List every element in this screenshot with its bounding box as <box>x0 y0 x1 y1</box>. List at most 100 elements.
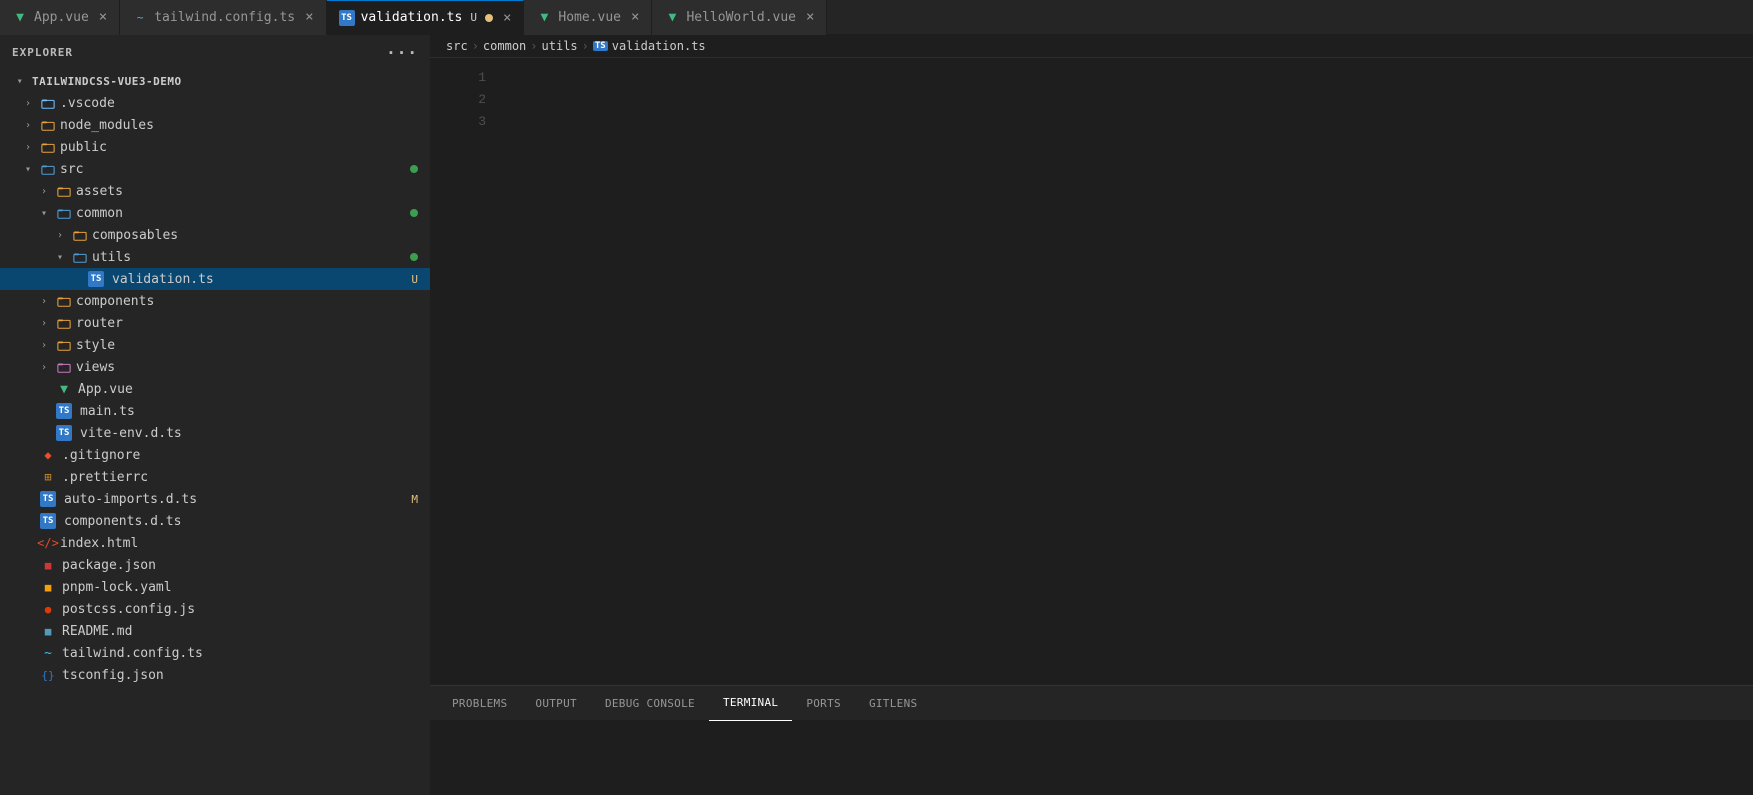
tab-close-icon[interactable]: × <box>99 9 107 25</box>
item-label: components <box>76 294 154 309</box>
folder-icon <box>56 315 72 331</box>
sidebar-item-utils[interactable]: utils <box>0 246 430 268</box>
bottom-panel: PROBLEMS OUTPUT DEBUG CONSOLE TERMINAL P… <box>430 685 1753 795</box>
sidebar-item-composables[interactable]: composables <box>0 224 430 246</box>
folder-open-icon <box>40 161 56 177</box>
folder-open-icon <box>56 205 72 221</box>
tab-helloworld-vue[interactable]: ▼ HelloWorld.vue × <box>652 0 827 35</box>
tailwind-icon: ~ <box>40 645 56 661</box>
folder-icon <box>40 139 56 155</box>
tab-label: HelloWorld.vue <box>686 10 796 25</box>
sidebar-item-main-ts[interactable]: TS main.ts <box>0 400 430 422</box>
ts-file-icon: TS <box>88 271 104 287</box>
project-root[interactable]: TAILWINDCSS-VUE3-DEMO <box>0 70 430 92</box>
sidebar-item-common[interactable]: common <box>0 202 430 224</box>
sidebar-item-tsconfig[interactable]: {} tsconfig.json <box>0 664 430 686</box>
sidebar-item-vscode[interactable]: .vscode <box>0 92 430 114</box>
sidebar-item-node-modules[interactable]: node_modules <box>0 114 430 136</box>
item-label: vite-env.d.ts <box>80 426 182 441</box>
sidebar-title: Explorer <box>12 46 73 59</box>
folder-icon <box>72 227 88 243</box>
item-label: router <box>76 316 123 331</box>
chevron-icon <box>36 359 52 375</box>
breadcrumb-common[interactable]: common <box>483 39 526 53</box>
item-label: pnpm-lock.yaml <box>62 580 172 595</box>
folder-open-icon <box>72 249 88 265</box>
tab-app-vue[interactable]: ▼ App.vue × <box>0 0 120 35</box>
ts-file-icon: TS <box>40 513 56 529</box>
sidebar: Explorer ··· TAILWINDCSS-VUE3-DEMO .vsco… <box>0 35 430 795</box>
breadcrumb-file[interactable]: validation.ts <box>612 39 706 53</box>
sidebar-item-router[interactable]: router <box>0 312 430 334</box>
breadcrumb-src[interactable]: src <box>446 39 468 53</box>
panel-content[interactable] <box>430 721 1753 795</box>
sidebar-header: Explorer ··· <box>0 35 430 70</box>
sidebar-item-validation-ts[interactable]: TS validation.ts U <box>0 268 430 290</box>
panel-tab-problems[interactable]: PROBLEMS <box>438 686 521 721</box>
sidebar-item-assets[interactable]: assets <box>0 180 430 202</box>
line-number: 2 <box>446 92 486 107</box>
ts-file-icon: TS <box>40 491 56 507</box>
more-actions-button[interactable]: ··· <box>386 43 418 62</box>
code-line-3: 3 <box>430 110 1753 132</box>
tab-close-icon[interactable]: × <box>631 9 639 25</box>
tab-validation-ts[interactable]: TS validation.ts U × <box>327 0 525 35</box>
tab-modified-dot <box>485 14 493 22</box>
sidebar-item-style[interactable]: style <box>0 334 430 356</box>
tab-label: tailwind.config.ts <box>154 10 295 25</box>
sidebar-item-postcss[interactable]: ● postcss.config.js <box>0 598 430 620</box>
folder-icon <box>56 293 72 309</box>
tab-close-icon[interactable]: × <box>806 9 814 25</box>
item-badge: U <box>411 273 418 286</box>
panel-tab-gitlens[interactable]: GITLENS <box>855 686 931 721</box>
sidebar-item-package-json[interactable]: ■ package.json <box>0 554 430 576</box>
chevron-icon <box>20 117 36 133</box>
breadcrumb-sep: › <box>530 39 537 53</box>
sidebar-item-components[interactable]: components <box>0 290 430 312</box>
sidebar-item-pnpm-lock[interactable]: ■ pnpm-lock.yaml <box>0 576 430 598</box>
modified-dot <box>410 253 418 261</box>
sidebar-item-prettierrc[interactable]: ⊞ .prettierrc <box>0 466 430 488</box>
item-label: src <box>60 162 83 177</box>
panel-tab-ports[interactable]: PORTS <box>792 686 855 721</box>
sidebar-item-views[interactable]: views <box>0 356 430 378</box>
code-line-2: 2 <box>430 88 1753 110</box>
sidebar-item-gitignore[interactable]: ◆ .gitignore <box>0 444 430 466</box>
sidebar-item-tailwind-config[interactable]: ~ tailwind.config.ts <box>0 642 430 664</box>
sidebar-item-app-vue[interactable]: ▼ App.vue <box>0 378 430 400</box>
tab-home-vue[interactable]: ▼ Home.vue × <box>524 0 652 35</box>
item-label: components.d.ts <box>64 514 181 529</box>
item-label: .prettierrc <box>62 470 148 485</box>
chevron-icon <box>36 315 52 331</box>
vue-file-icon: ▼ <box>56 381 72 397</box>
modified-dot <box>410 165 418 173</box>
panel-tab-terminal[interactable]: TERMINAL <box>709 686 792 721</box>
panel-tabs: PROBLEMS OUTPUT DEBUG CONSOLE TERMINAL P… <box>430 686 1753 721</box>
sidebar-item-readme[interactable]: ■ README.md <box>0 620 430 642</box>
tab-close-icon[interactable]: × <box>305 9 313 25</box>
item-label: utils <box>92 250 131 265</box>
tab-tailwind-config[interactable]: ~ tailwind.config.ts × <box>120 0 326 35</box>
sidebar-item-src[interactable]: src <box>0 158 430 180</box>
sidebar-header-actions[interactable]: ··· <box>386 43 418 62</box>
sidebar-item-components-d[interactable]: TS components.d.ts <box>0 510 430 532</box>
pnpm-icon: ■ <box>40 579 56 595</box>
chevron-icon <box>52 227 68 243</box>
ts-breadcrumb-icon: TS <box>593 41 608 51</box>
sidebar-item-vite-env[interactable]: TS vite-env.d.ts <box>0 422 430 444</box>
sidebar-content: TAILWINDCSS-VUE3-DEMO .vscode <box>0 70 430 795</box>
item-label: package.json <box>62 558 156 573</box>
package-icon: ■ <box>40 557 56 573</box>
chevron-icon <box>20 139 36 155</box>
panel-tab-debug-console[interactable]: DEBUG CONSOLE <box>591 686 709 721</box>
panel-tab-output[interactable]: OUTPUT <box>521 686 591 721</box>
html-icon: </> <box>40 535 56 551</box>
code-editor[interactable]: 1 2 3 <box>430 58 1753 685</box>
sidebar-item-auto-imports[interactable]: TS auto-imports.d.ts M <box>0 488 430 510</box>
sidebar-item-index-html[interactable]: </> index.html <box>0 532 430 554</box>
breadcrumb-utils[interactable]: utils <box>542 39 578 53</box>
tab-close-icon[interactable]: × <box>503 10 511 26</box>
sidebar-item-public[interactable]: public <box>0 136 430 158</box>
item-label: common <box>76 206 123 221</box>
editor-area: src › common › utils › TS validation.ts … <box>430 35 1753 795</box>
